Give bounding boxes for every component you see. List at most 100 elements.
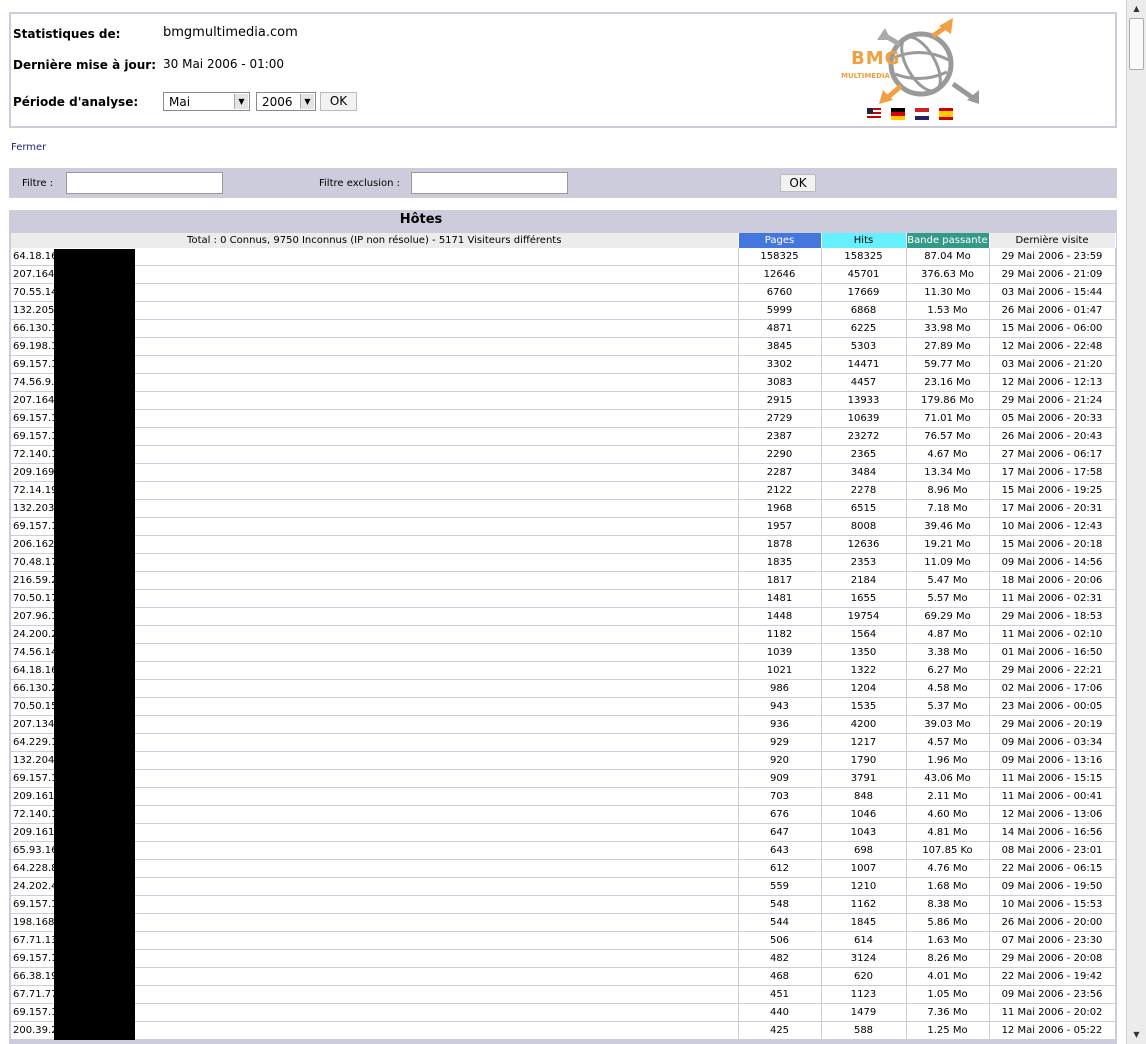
last-visit-cell: 26 Mai 2006 - 01:47 <box>989 301 1116 320</box>
bandwidth-cell: 1.96 Mo <box>906 751 990 770</box>
hosts-summary: Total : 0 Connus, 9750 Inconnus (IP non … <box>11 233 739 248</box>
bandwidth-cell: 27.89 Mo <box>906 337 990 356</box>
exclude-filter-input[interactable] <box>411 172 568 194</box>
last-visit-cell: 11 Mai 2006 - 00:41 <box>989 787 1116 806</box>
pages-cell: 559 <box>738 877 822 896</box>
bandwidth-cell: 19.21 Mo <box>906 535 990 554</box>
table-row: 69.157.1 440 1479 7.36 Mo 11 Mai 2006 - 20:0… <box>11 1003 1116 1022</box>
pages-cell: 1182 <box>738 625 822 644</box>
pages-cell: 1957 <box>738 517 822 536</box>
table-row: 24.202.4 559 1210 1.68 Mo 09 Mai 2006 - 19:5… <box>11 877 1116 896</box>
bandwidth-cell: 1.05 Mo <box>906 985 990 1004</box>
hits-cell: 588 <box>821 1021 907 1040</box>
bandwidth-cell: 3.38 Mo <box>906 643 990 662</box>
hits-cell: 13933 <box>821 391 907 410</box>
last-visit-cell: 29 Mai 2006 - 20:08 <box>989 949 1116 968</box>
last-visit-cell: 14 Mai 2006 - 16:56 <box>989 823 1116 842</box>
hits-cell: 19754 <box>821 607 907 626</box>
scroll-down-icon[interactable]: ▼ <box>1128 1027 1145 1043</box>
last-visit-cell: 10 Mai 2006 - 15:53 <box>989 895 1116 914</box>
redacted-area <box>54 249 135 1040</box>
hits-cell: 1564 <box>821 625 907 644</box>
table-row: 72.14.19 2122 2278 8.96 Mo 15 Mai 2006 - 19:… <box>11 481 1116 500</box>
last-visit-cell: 29 Mai 2006 - 21:24 <box>989 391 1116 410</box>
bandwidth-cell: 11.09 Mo <box>906 553 990 572</box>
flag-nl-icon[interactable] <box>915 108 930 120</box>
last-visit-cell: 11 Mai 2006 - 02:10 <box>989 625 1116 644</box>
hits-cell: 5303 <box>821 337 907 356</box>
scroll-thumb[interactable] <box>1129 18 1144 70</box>
last-visit-cell: 17 Mai 2006 - 17:58 <box>989 463 1116 482</box>
last-visit-cell: 29 Mai 2006 - 22:21 <box>989 661 1116 680</box>
pages-cell: 482 <box>738 949 822 968</box>
hits-cell: 1046 <box>821 805 907 824</box>
hits-cell: 698 <box>821 841 907 860</box>
table-row: 64.229.1 929 1217 4.57 Mo 09 Mai 2006 - 03:3… <box>11 733 1116 752</box>
pages-cell: 1968 <box>738 499 822 518</box>
column-header-pages: Pages <box>738 233 822 248</box>
bandwidth-cell: 107.85 Ko <box>906 841 990 860</box>
pages-cell: 2729 <box>738 409 822 428</box>
table-row: 70.48.17 1835 2353 11.09 Mo 09 Mai 2006 - 14… <box>11 553 1116 572</box>
hits-cell: 3124 <box>821 949 907 968</box>
bandwidth-cell: 7.36 Mo <box>906 1003 990 1022</box>
bandwidth-cell: 71.01 Mo <box>906 409 990 428</box>
pages-cell: 2290 <box>738 445 822 464</box>
flag-de-icon[interactable] <box>891 108 906 120</box>
bandwidth-cell: 1.68 Mo <box>906 877 990 896</box>
vertical-scrollbar[interactable]: ▲ ▼ <box>1126 0 1146 1044</box>
bandwidth-cell: 7.18 Mo <box>906 499 990 518</box>
pages-cell: 440 <box>738 1003 822 1022</box>
last-visit-cell: 17 Mai 2006 - 20:31 <box>989 499 1116 518</box>
last-visit-cell: 09 Mai 2006 - 23:56 <box>989 985 1116 1004</box>
last-visit-cell: 12 Mai 2006 - 22:48 <box>989 337 1116 356</box>
last-visit-cell: 12 Mai 2006 - 13:06 <box>989 805 1116 824</box>
bandwidth-cell: 76.57 Mo <box>906 427 990 446</box>
month-select[interactable]: Mai ▼ <box>163 92 250 111</box>
hosts-table: Total : 0 Connus, 9750 Inconnus (IP non … <box>11 233 1116 1040</box>
period-label: Période d'analyse: <box>13 95 139 109</box>
table-row: 65.93.16 643 698 107.85 Ko 08 Mai 2006 - 23:… <box>11 841 1116 860</box>
update-value: 30 Mai 2006 - 01:00 <box>163 57 285 71</box>
pages-cell: 2915 <box>738 391 822 410</box>
flag-us-icon[interactable] <box>867 108 881 120</box>
hits-cell: 4457 <box>821 373 907 392</box>
table-row: 66.130.1 4871 6225 33.98 Mo 15 Mai 2006 - 06… <box>11 319 1116 338</box>
close-link[interactable]: Fermer <box>11 142 46 153</box>
pages-cell: 5999 <box>738 301 822 320</box>
table-row: 216.59.2 1817 2184 5.47 Mo 18 Mai 2006 - 20:… <box>11 571 1116 590</box>
period-ok-button[interactable]: OK <box>320 92 357 111</box>
pages-cell: 2287 <box>738 463 822 482</box>
pages-cell: 643 <box>738 841 822 860</box>
pages-cell: 1481 <box>738 589 822 608</box>
last-visit-cell: 01 Mai 2006 - 16:50 <box>989 643 1116 662</box>
filter-ok-button[interactable]: OK <box>780 174 816 192</box>
pages-cell: 647 <box>738 823 822 842</box>
table-row: 24.200.2 1182 1564 4.87 Mo 11 Mai 2006 - 02:… <box>11 625 1116 644</box>
last-visit-cell: 29 Mai 2006 - 21:09 <box>989 265 1116 284</box>
bandwidth-cell: 376.63 Mo <box>906 265 990 284</box>
column-header-last-visit: Dernière visite <box>989 233 1116 248</box>
flag-es-icon[interactable] <box>939 108 954 120</box>
pages-cell: 1021 <box>738 661 822 680</box>
header-panel: Statistiques de: bmgmultimedia.com Derni… <box>9 12 1117 128</box>
table-row: 67.71.77 451 1123 1.05 Mo 09 Mai 2006 - 23:5… <box>11 985 1116 1004</box>
last-visit-cell: 29 Mai 2006 - 20:19 <box>989 715 1116 734</box>
bandwidth-cell: 4.57 Mo <box>906 733 990 752</box>
table-row: 64.228.8 612 1007 4.76 Mo 22 Mai 2006 - 06:1… <box>11 859 1116 878</box>
filter-input[interactable] <box>66 172 223 194</box>
scroll-up-icon[interactable]: ▲ <box>1128 1 1145 17</box>
table-row: 209.161. 647 1043 4.81 Mo 14 Mai 2006 - 16:5… <box>11 823 1116 842</box>
stats-label: Statistiques de: <box>13 27 121 41</box>
last-visit-cell: 22 Mai 2006 - 06:15 <box>989 859 1116 878</box>
bandwidth-cell: 39.03 Mo <box>906 715 990 734</box>
bandwidth-cell: 11.30 Mo <box>906 283 990 302</box>
bandwidth-cell: 23.16 Mo <box>906 373 990 392</box>
year-select[interactable]: 2006 ▼ <box>256 92 316 111</box>
hits-cell: 1204 <box>821 679 907 698</box>
filter-bar: Filtre : Filtre exclusion : OK <box>9 168 1117 198</box>
hits-cell: 2353 <box>821 553 907 572</box>
table-row: 66.38.19 468 620 4.01 Mo 22 Mai 2006 - 19:42 <box>11 967 1116 986</box>
pages-cell: 6760 <box>738 283 822 302</box>
last-visit-cell: 27 Mai 2006 - 06:17 <box>989 445 1116 464</box>
